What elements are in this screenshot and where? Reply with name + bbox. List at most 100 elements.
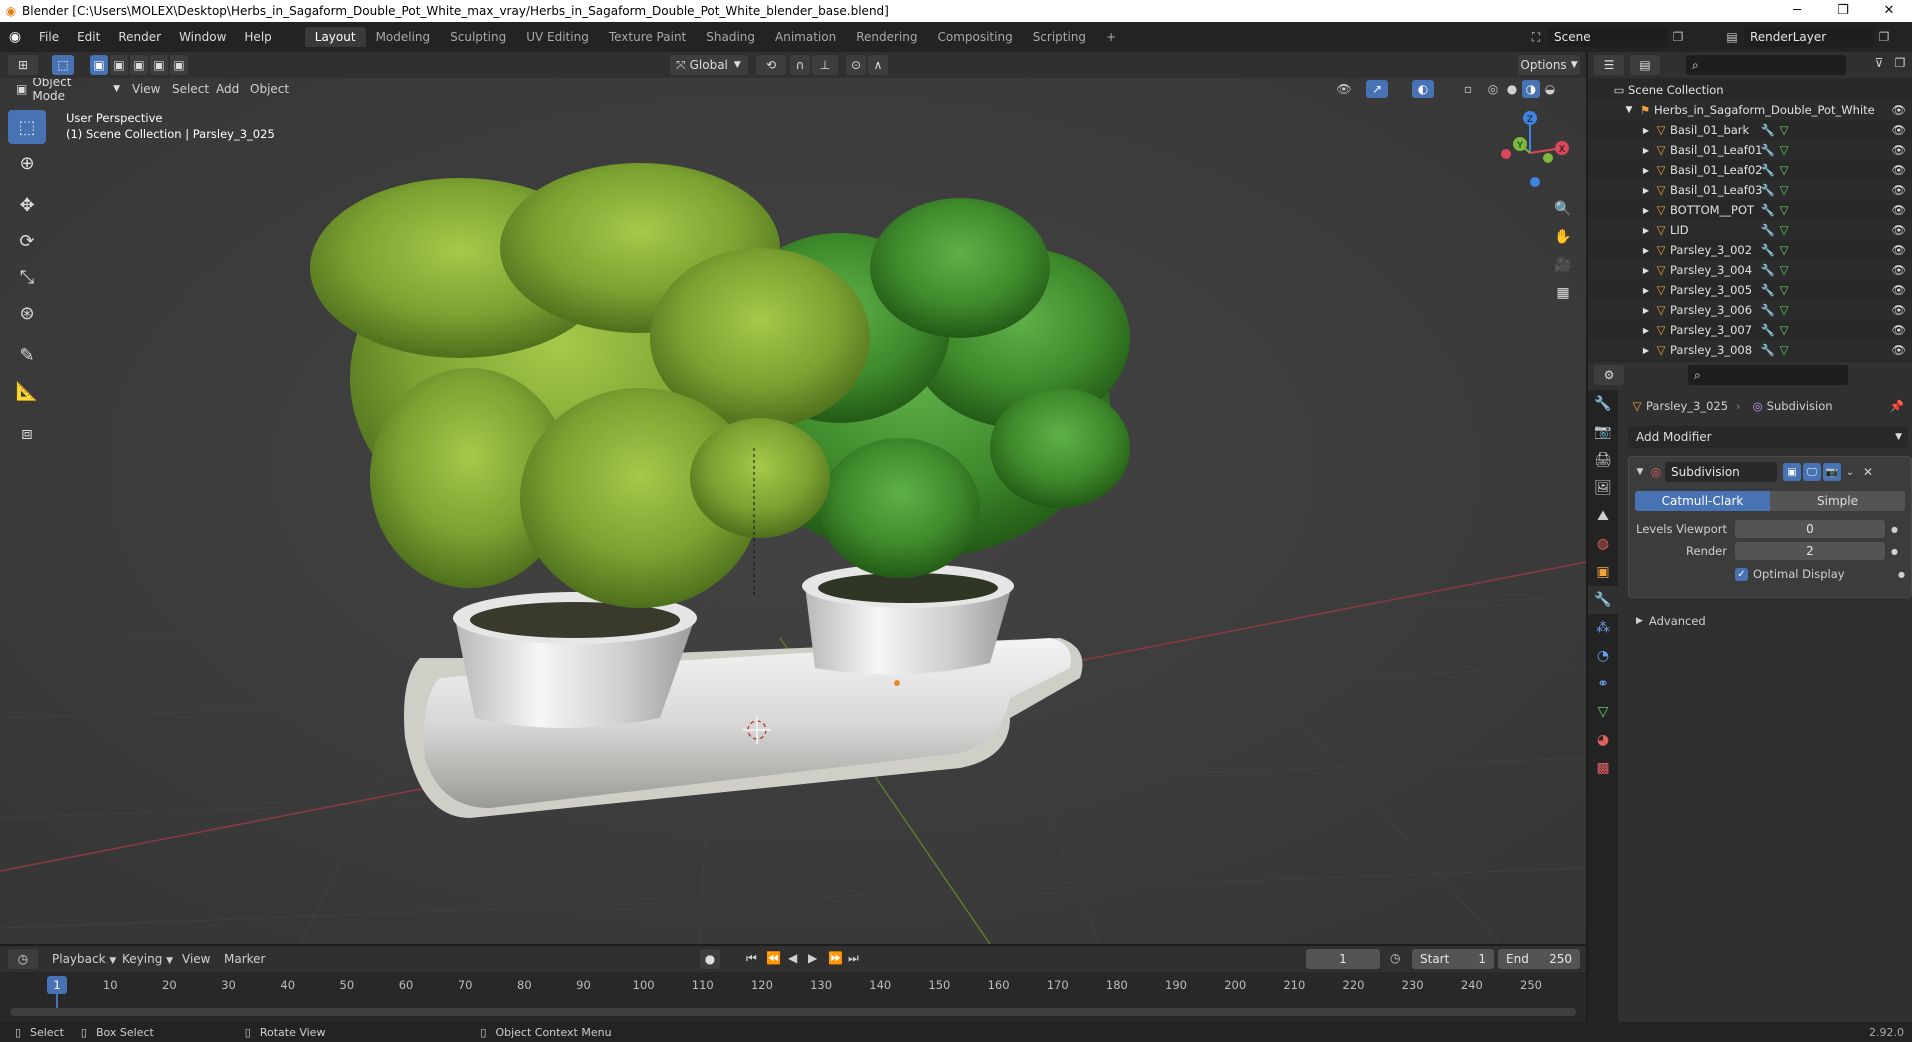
eye-icon[interactable]: 👁 (1891, 303, 1906, 317)
record-icon[interactable]: ● (700, 949, 720, 969)
menu-file[interactable]: File (30, 30, 68, 44)
solid-shading-icon[interactable]: ● (1503, 80, 1521, 98)
modifier-wrench-icon[interactable]: 🔧 (1760, 183, 1776, 197)
new-collection-icon[interactable]: ❐ (1890, 56, 1910, 70)
modifier-wrench-icon[interactable]: 🔧 (1760, 343, 1776, 357)
play-reverse-icon[interactable]: ◀ (788, 951, 797, 965)
remove-modifier-icon[interactable]: ✕ (1859, 465, 1877, 479)
mesh-data-icon[interactable]: ▽ (1776, 323, 1792, 337)
restore-icon[interactable]: ❐ (1820, 0, 1866, 22)
playhead-marker[interactable]: 1 (47, 976, 67, 994)
rendered-shading-icon[interactable]: ◒ (1541, 80, 1559, 98)
modifier-wrench-icon[interactable]: 🔧 (1760, 203, 1776, 217)
keyframe-dot-icon[interactable]: ● (1891, 547, 1898, 556)
tab-uv-editing[interactable]: UV Editing (516, 27, 599, 47)
tab-texture-paint[interactable]: Texture Paint (599, 27, 696, 47)
outliner-object-row[interactable]: ▶ ▽ Basil_01_Leaf02 🔧 ▽ 👁 (1588, 160, 1912, 180)
prev-keyframe-icon[interactable]: ⏪ (766, 951, 781, 965)
timeline-view-menu[interactable]: View (182, 952, 210, 966)
expand-arrow-icon[interactable]: ▶ (1640, 286, 1652, 295)
add-workspace-button[interactable]: + (1096, 27, 1126, 47)
tab-shading[interactable]: Shading (696, 27, 765, 47)
filter-icon[interactable]: ⊽ (1868, 56, 1890, 70)
select-new-icon[interactable]: ▣ (90, 55, 108, 75)
outliner-object-row[interactable]: ▶ ▽ Basil_01_Leaf03 🔧 ▽ 👁 (1588, 180, 1912, 200)
viewport-menu-object[interactable]: Object (250, 82, 289, 96)
viewport-menu-add[interactable]: Add (216, 82, 239, 96)
outliner-object-row[interactable]: ▶ ▽ Parsley_3_002 🔧 ▽ 👁 (1588, 240, 1912, 260)
outliner-object-row[interactable]: ▶ ▽ Parsley_3_007 🔧 ▽ 👁 (1588, 320, 1912, 340)
transform-icon[interactable]: ⊛ (8, 296, 46, 330)
advanced-subpanel[interactable]: ▶ Advanced (1636, 614, 1706, 628)
outliner-object-row[interactable]: ▶ ▽ Parsley_3_006 🔧 ▽ 👁 (1588, 300, 1912, 320)
tab-scripting[interactable]: Scripting (1023, 27, 1096, 47)
rotate-icon[interactable]: ⟳ (8, 224, 46, 258)
overlay-toggle-icon[interactable]: ◐ (1412, 80, 1434, 98)
material-tab-icon[interactable]: ◕ (1588, 726, 1618, 754)
expand-arrow-icon[interactable]: ▶ (1640, 206, 1652, 215)
eye-icon[interactable]: 👁 (1891, 123, 1906, 137)
catmull-clark-button[interactable]: Catmull-Clark (1635, 491, 1770, 511)
expand-arrow-icon[interactable]: ▶ (1640, 186, 1652, 195)
play-icon[interactable]: ▶ (808, 951, 817, 965)
render-levels-field[interactable]: 2 (1735, 542, 1885, 560)
collapse-arrow-icon[interactable]: ▼ (1633, 467, 1647, 477)
marker-menu[interactable]: Marker (224, 952, 265, 966)
add-cube-icon[interactable]: ⧈ (8, 416, 46, 450)
render-tab-icon[interactable]: 📷 (1588, 418, 1618, 446)
visibility-icon[interactable]: 👁 (1332, 80, 1356, 98)
expand-arrow-icon[interactable]: ▶ (1640, 266, 1652, 275)
eye-icon[interactable]: 👁 (1891, 203, 1906, 217)
zoom-icon[interactable]: 🔍 (1550, 196, 1576, 222)
eye-icon[interactable]: 👁 (1891, 283, 1906, 297)
optimal-display-row[interactable]: ✓ Optimal Display ● (1735, 565, 1905, 583)
expand-arrow-icon[interactable]: ▶ (1640, 326, 1652, 335)
viewport-toggle-icon[interactable]: 🖵 (1803, 463, 1821, 481)
eye-icon[interactable]: 👁 (1891, 343, 1906, 357)
preview-range-icon[interactable]: ◷ (1390, 951, 1400, 965)
tab-compositing[interactable]: Compositing (927, 27, 1022, 47)
expand-arrow-icon[interactable]: ▶ (1640, 306, 1652, 315)
object-tab-icon[interactable]: ▣ (1588, 558, 1618, 586)
physics-tab-icon[interactable]: ◔ (1588, 642, 1618, 670)
keying-menu[interactable]: Keying ▼ (122, 952, 173, 966)
material-shading-icon[interactable]: ◑ (1522, 80, 1540, 98)
pan-hand-icon[interactable]: ✋ (1550, 224, 1576, 250)
outliner-object-row[interactable]: ▶ ▽ Parsley_3_004 🔧 ▽ 👁 (1588, 260, 1912, 280)
blender-menu-icon[interactable]: ◉ (0, 29, 30, 45)
menu-window[interactable]: Window (170, 30, 235, 44)
menu-render[interactable]: Render (109, 30, 170, 44)
output-tab-icon[interactable]: 🖨 (1588, 446, 1618, 474)
tool-tab-icon[interactable]: 🔧 (1588, 390, 1618, 418)
jump-start-icon[interactable]: ⏮ (746, 951, 757, 966)
select-subtract-icon[interactable]: ▣ (130, 55, 148, 75)
constraints-tab-icon[interactable]: ⚭ (1588, 670, 1618, 698)
cursor-icon[interactable]: ⊕ (8, 146, 46, 180)
menu-edit[interactable]: Edit (68, 30, 109, 44)
gizmo-toggle-icon[interactable]: ↗ (1366, 80, 1388, 98)
viewport-menu-select[interactable]: Select (172, 82, 209, 96)
eye-icon[interactable]: 👁 (1891, 143, 1906, 157)
outliner-editor-type-icon[interactable]: ☰ (1594, 55, 1624, 75)
mesh-data-icon[interactable]: ▽ (1776, 143, 1792, 157)
pin-icon[interactable]: 📌 (1890, 399, 1904, 413)
tab-animation[interactable]: Animation (765, 27, 846, 47)
outliner-object-row[interactable]: ▶ ▽ LID 🔧 ▽ 👁 (1588, 220, 1912, 240)
modifier-wrench-icon[interactable]: 🔧 (1760, 283, 1776, 297)
levels-viewport-field[interactable]: 0 (1735, 520, 1885, 538)
mesh-data-icon[interactable]: ▽ (1776, 163, 1792, 177)
eye-icon[interactable]: 👁 (1891, 103, 1906, 117)
tab-rendering[interactable]: Rendering (846, 27, 927, 47)
particles-tab-icon[interactable]: ⁂ (1588, 614, 1618, 642)
eye-icon[interactable]: 👁 (1891, 223, 1906, 237)
eye-icon[interactable]: 👁 (1891, 183, 1906, 197)
eye-icon[interactable]: 👁 (1891, 323, 1906, 337)
expand-arrow-icon[interactable]: ▶ (1640, 126, 1652, 135)
modifier-tab-icon[interactable]: 🔧 (1588, 586, 1618, 614)
scene-tab-icon[interactable]: ⛰ (1588, 502, 1618, 530)
outliner-search-input[interactable]: ⌕ (1686, 55, 1846, 75)
render-layer-field[interactable]: RenderLayer (1744, 27, 1874, 47)
proportional-edit-icon[interactable]: ⊙ (846, 55, 866, 75)
3d-viewport[interactable]: ▣ Object Mode ▼ View Select Add Object 👁 ↗… (0, 78, 1586, 944)
viewport-menu-view[interactable]: View (132, 82, 160, 96)
